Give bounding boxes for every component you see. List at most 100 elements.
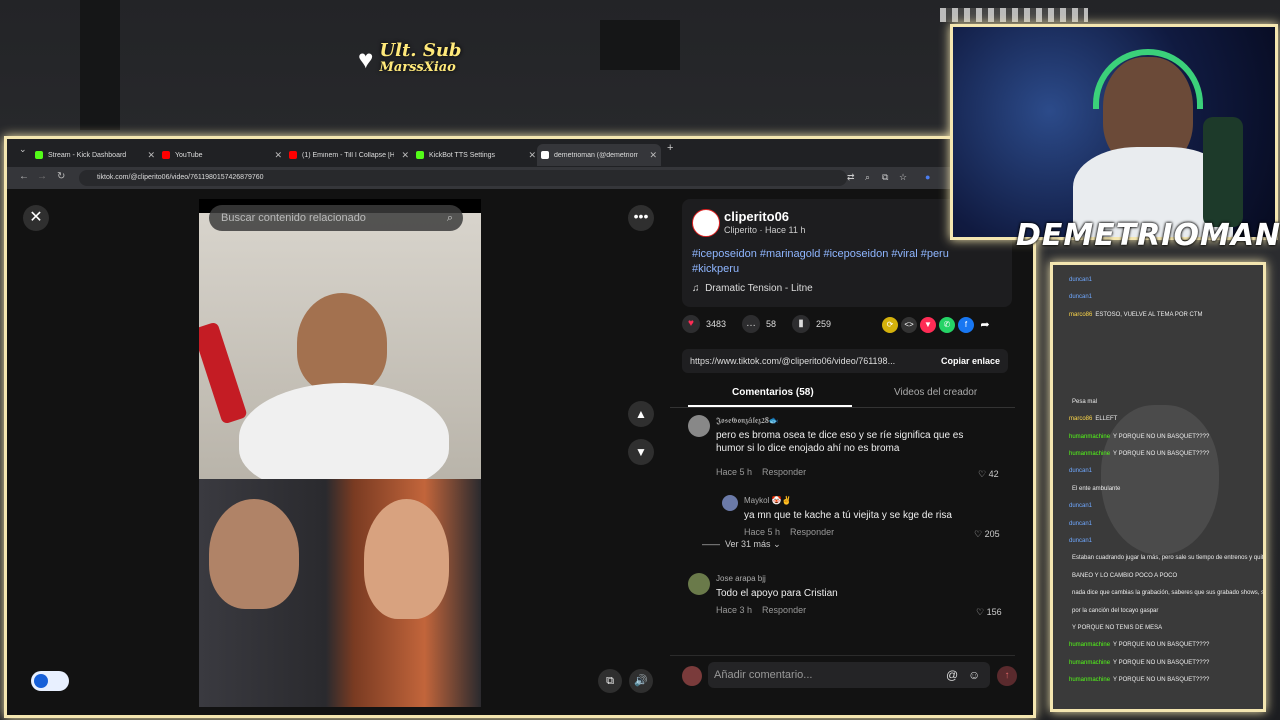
search-icon[interactable]: ⌕ [447,205,453,231]
video-link-box[interactable]: https://www.tiktok.com/@cliperito06/vide… [682,349,1008,373]
url-text: tiktok.com/@cliperito06/video/7611980157… [97,174,264,181]
previous-video-icon[interactable]: ▲ [628,401,654,427]
back-icon[interactable]: ← [19,171,29,182]
share-arrow-icon[interactable]: ➦ [977,317,993,333]
comment-button[interactable]: … 58 [742,315,776,333]
chat-username[interactable]: humanmachine [1069,451,1110,457]
chat-username[interactable]: duncan1 [1069,538,1092,544]
comment-input[interactable]: Añadir comentario... @ ☺ [708,662,990,688]
comment-like-button[interactable]: ♡ 205 [974,529,1000,540]
bookmark-star-icon[interactable]: ☆ [899,172,907,183]
heart-icon: ♥ [682,315,700,333]
tab-comments[interactable]: Comentarios (58) [732,387,814,398]
tab-eminem[interactable]: (1) Eminem - Till I Collapse [HD] ✕ [289,144,413,166]
facebook-icon[interactable]: f [958,317,974,333]
chat-message: duncan1 [1069,503,1095,509]
chat-username[interactable]: marco86 [1069,312,1092,318]
chat-username[interactable]: duncan1 [1069,277,1092,283]
chat-message [1069,364,1072,370]
tab-kickbot[interactable]: KickBot TTS Settings ✕ [416,144,540,166]
close-tab-icon[interactable]: ✕ [147,150,155,161]
comment-author[interactable]: Maykol 🤡✌ [744,496,791,505]
tab-creator-videos[interactable]: Videos del creador [894,387,977,398]
more-options-icon[interactable]: ••• [628,205,654,231]
related-search-input[interactable]: Buscar contenido relacionado ⌕ [209,205,463,231]
comment-count: 58 [766,319,777,329]
comment-time: Hace 5 h [744,527,781,537]
reply-button[interactable]: Responder [790,527,834,537]
profile-icon[interactable]: ● [925,172,930,182]
video-player[interactable]: Buscar contenido relacionado ⌕ [199,199,481,707]
chat-message [1069,381,1072,387]
close-tab-icon[interactable]: ✕ [274,150,282,161]
chat-username[interactable]: marco86 [1069,416,1092,422]
chat-username[interactable]: humanmachine [1069,660,1110,666]
copy-link-button[interactable]: Copiar enlace [941,349,1000,373]
pip-icon[interactable]: ⧉ [598,669,622,693]
comment-text: Todo el apoyo para Cristian [716,588,838,599]
chat-message: Y PORQUE NO TENIS DE MESA [1069,625,1162,631]
chat-username[interactable]: duncan1 [1069,468,1092,474]
forward-icon[interactable]: → [37,171,47,182]
send-icon[interactable]: ▼ [920,317,936,333]
url-field[interactable]: tiktok.com/@cliperito06/video/7611980157… [79,170,847,186]
background-pipe [80,0,120,130]
comment-item: Jose arapa bjj Todo el apoyo para Cristi… [688,573,1008,623]
autoscroll-toggle[interactable] [31,671,69,691]
comment-like-button[interactable]: ♡ 156 [976,607,1002,618]
send-icon[interactable]: ↑ [997,666,1017,686]
save-button[interactable]: ▮ 259 [792,315,831,333]
chat-message: Pesa mal [1069,399,1097,405]
tiktok-page: ✕ Buscar contenido relacionado ⌕ ••• ▲ ▼… [7,189,1033,715]
comment-author[interactable]: 𝕵𝖔𝖘𝖊𝕲𝖔𝖓𝖟á𝖑𝖊𝖟𝟐𝟖🐟 [716,416,779,426]
whatsapp-icon[interactable]: ✆ [939,317,955,333]
next-video-icon[interactable]: ▼ [628,439,654,465]
new-tab-button[interactable]: + [667,142,673,154]
close-tab-icon[interactable]: ✕ [401,150,409,161]
avatar[interactable] [688,573,710,595]
mention-icon[interactable]: @ [946,662,958,688]
last-sub-text: Ult. Sub MarssXiao [379,42,461,76]
avatar [682,666,702,686]
comment-like-button[interactable]: ♡ 42 [978,469,999,480]
chat-username[interactable]: duncan1 [1069,503,1092,509]
chat-username[interactable]: humanmachine [1069,434,1110,440]
close-tab-icon[interactable]: ✕ [649,150,657,161]
volume-icon[interactable]: 🔊 [629,669,653,693]
share-buttons: ⟳ <> ▼ ✆ f ➦ [882,317,993,333]
chat-username[interactable]: humanmachine [1069,677,1110,683]
embed-icon[interactable]: <> [901,317,917,333]
divider-line: —— [702,539,720,549]
tab-tiktok[interactable]: demetrioman (@demetrioman) ✕ [537,144,661,166]
creator-avatar[interactable] [692,209,720,237]
tab-label: demetrioman (@demetrioman) [554,151,638,159]
chat-username[interactable]: duncan1 [1069,294,1092,300]
creator-username[interactable]: cliperito06 [724,209,789,224]
reply-button[interactable]: Responder [762,467,806,477]
chat-logo-watermark [1101,405,1219,555]
heart-outline-icon: ♡ [976,607,985,617]
repost-icon[interactable]: ⟳ [882,317,898,333]
tab-menu-icon[interactable]: ⌄ [19,144,27,155]
avatar[interactable] [722,495,738,511]
reply-button[interactable]: Responder [762,605,806,615]
heart-icon: ♥ [358,44,374,74]
avatar[interactable] [688,415,710,437]
translate-icon[interactable]: ⇄ [847,172,855,183]
view-more-replies[interactable]: —— Ver 31 más ⌄ [702,539,781,550]
reload-icon[interactable]: ↻ [57,171,65,182]
chat-username[interactable]: humanmachine [1069,642,1110,648]
post-hashtags[interactable]: #iceposeidon #marinagold #iceposeidon #v… [692,247,992,277]
chat-username[interactable]: duncan1 [1069,521,1092,527]
zoom-icon[interactable]: ⌕ [865,172,870,183]
emoji-icon[interactable]: ☺ [968,662,980,688]
like-count: 3483 [706,319,727,329]
comment-author[interactable]: Jose arapa bjj [716,574,766,583]
tab-youtube[interactable]: YouTube ✕ [162,144,286,166]
close-tab-icon[interactable]: ✕ [528,150,536,161]
tab-kick-dashboard[interactable]: Stream - Kick Dashboard ✕ [35,144,159,166]
music-row[interactable]: ♫ Dramatic Tension - Litne [692,283,813,294]
extension-icon[interactable]: ⧉ [882,172,888,183]
close-icon[interactable]: ✕ [23,205,49,231]
like-button[interactable]: ♥ 3483 [682,315,726,333]
